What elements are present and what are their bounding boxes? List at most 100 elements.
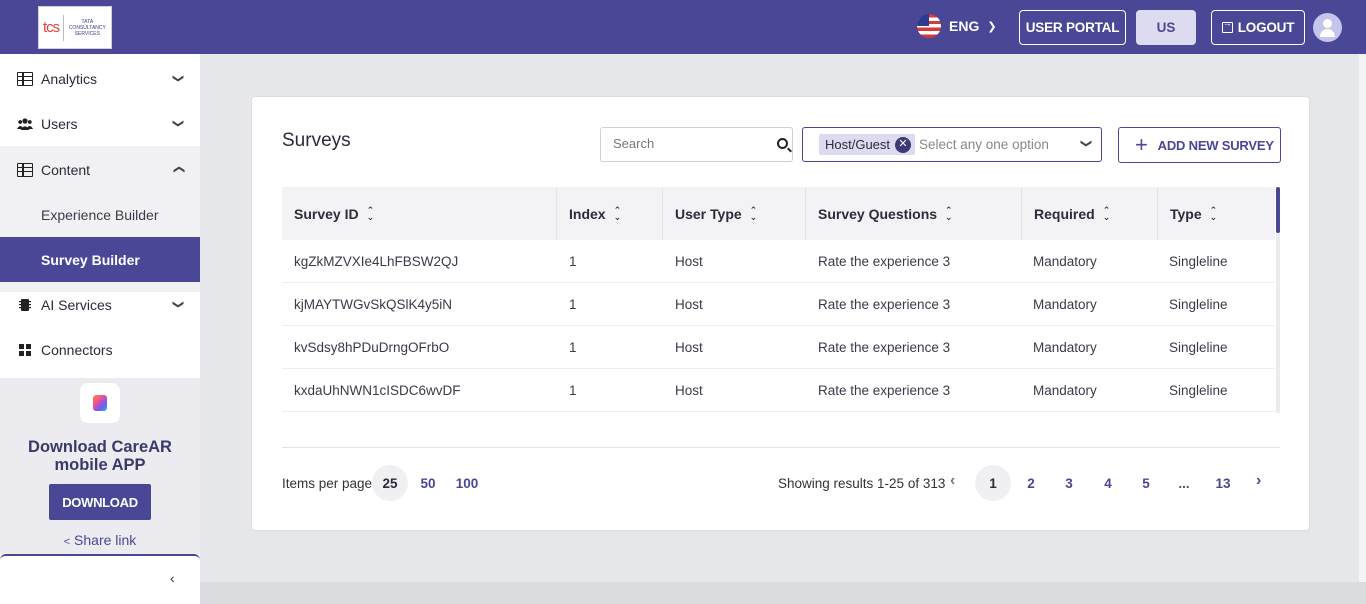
page-13[interactable]: 13	[1205, 465, 1241, 501]
logo-text: tcs	[43, 19, 60, 36]
cell-type: Singleline	[1169, 253, 1228, 269]
cell-user-type: Host	[675, 382, 703, 398]
chip-icon	[19, 298, 31, 311]
sort-icon: ⌃ ⌄	[613, 204, 622, 222]
share-link-label: Share link	[74, 532, 137, 548]
cell-required: Mandatory	[1033, 253, 1097, 269]
chevron-down-icon: ❯	[172, 299, 185, 310]
page-4[interactable]: 4	[1090, 465, 1126, 501]
search-input[interactable]	[613, 136, 763, 151]
sidebar-item-label: Users	[41, 115, 78, 132]
items-per-page-100[interactable]: 100	[449, 465, 485, 501]
filter-chip: Host/Guest ✕	[819, 134, 916, 155]
logout-label: LOGOUT	[1237, 20, 1295, 35]
search-icon[interactable]	[777, 138, 788, 149]
column-header-survey-questions[interactable]: Survey Questions ⌃ ⌄	[806, 187, 1022, 240]
cell-index: 1	[569, 339, 577, 355]
sidebar-item-experience-builder[interactable]: Experience Builder	[0, 192, 200, 237]
table-row[interactable]: kxdaUhNWN1cISDC6wvDF 1 Host Rate the exp…	[282, 369, 1275, 412]
page-2[interactable]: 2	[1013, 465, 1049, 501]
cell-type: Singleline	[1169, 339, 1228, 355]
language-selector[interactable]: ENG ❯	[917, 14, 997, 38]
items-per-page-50[interactable]: 50	[410, 465, 446, 501]
carear-app-icon	[80, 383, 120, 423]
add-new-survey-button[interactable]: + ADD NEW SURVEY	[1118, 127, 1281, 163]
cell-required: Mandatory	[1033, 296, 1097, 312]
column-label: Survey Questions	[818, 205, 938, 222]
page-1[interactable]: 1	[975, 465, 1011, 501]
column-header-index[interactable]: Index ⌃ ⌄	[557, 187, 663, 240]
sidebar-item-label: Content	[41, 161, 91, 178]
sidebar-item-content[interactable]: Content ❯	[0, 147, 200, 192]
filter-chip-label: Host/Guest	[825, 137, 891, 152]
items-per-page-25[interactable]: 25	[372, 465, 408, 501]
sidebar-item-users[interactable]: Users ❯	[0, 101, 200, 146]
close-icon[interactable]: ✕	[895, 136, 912, 153]
logout-button[interactable]: LOGOUT	[1211, 10, 1305, 45]
cell-survey-id: kgZkMZVXIe4LhFBSW2QJ	[294, 253, 459, 269]
search-field[interactable]	[600, 127, 793, 162]
column-header-user-type[interactable]: User Type ⌃ ⌄	[663, 187, 806, 240]
surveys-card: Surveys Host/Guest ✕ Select any one opti…	[251, 96, 1310, 531]
cell-user-type: Host	[675, 296, 703, 312]
chevron-right-icon[interactable]: ›	[1256, 472, 1261, 490]
cell-survey-id: kjMAYTWGvSkQSlK4y5iN	[294, 296, 453, 312]
table-icon	[17, 71, 33, 86]
download-button[interactable]: DOWNLOAD	[49, 484, 151, 520]
footer	[200, 582, 1366, 604]
table-row[interactable]: kvSdsy8hPDuDrngOFrbO 1 Host Rate the exp…	[282, 326, 1275, 369]
cell-index: 1	[569, 253, 577, 269]
table-icon	[17, 162, 33, 177]
avatar[interactable]	[1313, 13, 1342, 42]
sidebar-item-label: Survey Builder	[41, 251, 140, 268]
column-header-type[interactable]: Type ⌃ ⌄	[1158, 187, 1275, 240]
sidebar-item-connectors[interactable]: Connectors	[0, 327, 200, 372]
page-3[interactable]: 3	[1051, 465, 1087, 501]
sidebar-item-label: Analytics	[41, 70, 98, 87]
table-header: Survey ID ⌃ ⌄ Index ⌃ ⌄ User Type ⌃ ⌄ Surve…	[282, 187, 1275, 240]
logo-divider	[63, 14, 64, 41]
cell-survey-id: kvSdsy8hPDuDrngOFrbO	[294, 339, 450, 355]
share-icon: <	[63, 536, 71, 548]
sidebar-collapse-bar[interactable]: ‹	[0, 554, 200, 604]
promo-title: Download CareAR mobile APP	[28, 438, 172, 474]
sort-icon: ⌃ ⌄	[1209, 204, 1218, 222]
chevron-down-icon: ❯	[1080, 138, 1093, 149]
us-flag-icon	[917, 14, 941, 38]
cell-user-type: Host	[675, 253, 703, 269]
share-link[interactable]: < Share link	[0, 532, 200, 548]
cell-required: Mandatory	[1033, 339, 1097, 355]
cell-required: Mandatory	[1033, 382, 1097, 398]
cell-index: 1	[569, 382, 577, 398]
column-header-required[interactable]: Required ⌃ ⌄	[1022, 187, 1158, 240]
page-scrollbar[interactable]	[1359, 54, 1366, 582]
logo-subtext: TATA CONSULTANCY SERVICES	[68, 18, 106, 37]
column-header-survey-id[interactable]: Survey ID ⌃ ⌄	[282, 187, 557, 240]
column-label: Survey ID	[294, 205, 359, 222]
table-row[interactable]: kgZkMZVXIe4LhFBSW2QJ 1 Host Rate the exp…	[282, 240, 1275, 283]
page-ellipsis: ...	[1178, 475, 1190, 491]
chevron-left-icon[interactable]: ‹	[950, 472, 955, 490]
items-per-page-label: Items per page:	[282, 476, 376, 491]
surveys-table: Survey ID ⌃ ⌄ Index ⌃ ⌄ User Type ⌃ ⌄ Surve…	[282, 187, 1280, 413]
cell-survey-question: Rate the experience 3	[818, 339, 951, 355]
user-portal-button[interactable]: USER PORTAL	[1019, 10, 1126, 45]
logout-icon	[1221, 18, 1233, 33]
region-button[interactable]: US	[1136, 10, 1196, 45]
tcs-logo[interactable]: tcs TATA CONSULTANCY SERVICES	[38, 6, 112, 49]
sidebar: Analytics ❯ Users ❯ Content ❯ Experience…	[0, 54, 200, 604]
table-scrollbar-thumb[interactable]	[1276, 187, 1280, 233]
plus-icon: +	[1135, 132, 1148, 157]
sort-icon: ⌃ ⌄	[749, 204, 758, 222]
column-label: Type	[1170, 205, 1202, 222]
page-5[interactable]: 5	[1128, 465, 1164, 501]
sidebar-item-label: Connectors	[41, 341, 113, 358]
divider	[282, 447, 1280, 448]
user-type-filter[interactable]: Host/Guest ✕ Select any one option ❯	[802, 127, 1102, 162]
sidebar-item-survey-builder[interactable]: Survey Builder	[0, 237, 200, 282]
sidebar-item-analytics[interactable]: Analytics ❯	[0, 56, 200, 101]
sidebar-item-ai-services[interactable]: AI Services ❯	[0, 282, 200, 327]
table-row[interactable]: kjMAYTWGvSkQSlK4y5iN 1 Host Rate the exp…	[282, 283, 1275, 326]
results-summary: Showing results 1-25 of 313	[778, 476, 946, 491]
sidebar-item-label: AI Services	[41, 296, 112, 313]
